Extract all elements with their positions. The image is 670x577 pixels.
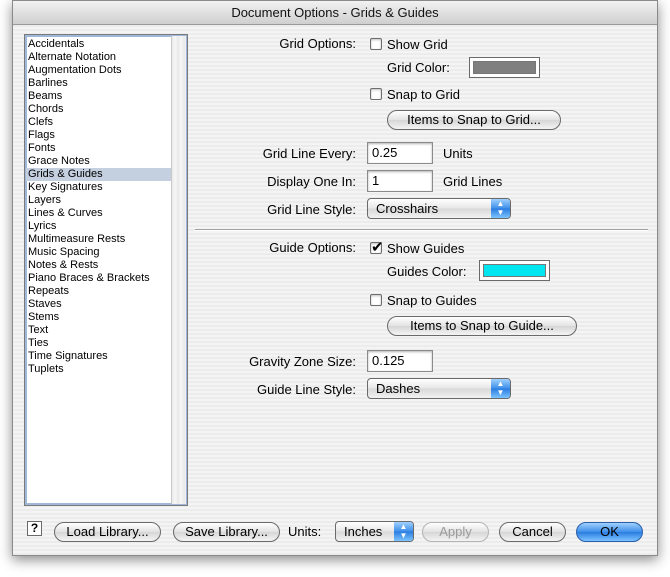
grid-line-style-label: Grid Line Style:	[267, 202, 356, 217]
show-guides-checkbox[interactable]	[370, 238, 384, 256]
guides-color-fill	[483, 264, 546, 277]
category-list-item[interactable]: Text	[26, 324, 171, 337]
category-list-item[interactable]: Lyrics	[26, 220, 171, 233]
grid-color-swatch[interactable]	[469, 57, 540, 78]
snap-to-grid-label[interactable]: Snap to Grid	[387, 87, 460, 102]
cancel-button[interactable]: Cancel	[499, 522, 566, 542]
category-list-item[interactable]: Beams	[26, 90, 171, 103]
units-popup[interactable]: Inches ▲ ▼	[335, 521, 414, 542]
items-to-snap-to-guide-button[interactable]: Items to Snap to Guide...	[387, 316, 577, 336]
category-list-item[interactable]: Key Signatures	[26, 181, 171, 194]
category-list-item[interactable]: Accidentals	[26, 38, 171, 51]
category-list-item[interactable]: Stems	[26, 311, 171, 324]
apply-button[interactable]: Apply	[422, 522, 489, 542]
category-list-item[interactable]: Tuplets	[26, 363, 171, 376]
grid-line-style-popup[interactable]: Crosshairs ▲ ▼	[367, 198, 511, 219]
grid-color-label: Grid Color:	[387, 60, 450, 75]
show-guides-label[interactable]: Show Guides	[387, 241, 464, 256]
category-list-item[interactable]: Music Spacing	[26, 246, 171, 259]
window-title: Document Options - Grids & Guides	[13, 1, 657, 25]
category-list-item[interactable]: Ties	[26, 337, 171, 350]
ok-button[interactable]: OK	[576, 522, 643, 542]
category-list-items: Accidentals Alternate Notation Augmentatio…	[26, 38, 171, 376]
grid-line-every-unit: Units	[443, 146, 473, 161]
guide-line-style-value: Dashes	[376, 381, 421, 396]
category-list-item[interactable]: Fonts	[26, 142, 171, 155]
snap-to-guides-checkbox[interactable]	[370, 294, 382, 306]
category-list-item[interactable]: Alternate Notation	[26, 51, 171, 64]
category-list-item[interactable]: Lines & Curves	[26, 207, 171, 220]
grid-options-label: Grid Options:	[279, 36, 356, 51]
gravity-zone-size-label: Gravity Zone Size:	[249, 354, 356, 369]
category-list-item[interactable]: Staves	[26, 298, 171, 311]
popup-arrows-icon: ▲ ▼	[394, 522, 413, 541]
grid-line-every-input[interactable]: 0.25	[367, 142, 433, 164]
display-one-in-unit: Grid Lines	[443, 174, 503, 189]
snap-to-guides-label[interactable]: Snap to Guides	[387, 293, 477, 308]
load-library-button[interactable]: Load Library...	[54, 522, 161, 542]
snap-to-grid-checkbox[interactable]	[370, 88, 382, 100]
guides-color-label: Guides Color:	[387, 264, 467, 279]
category-list-item[interactable]: Grids & Guides	[26, 168, 171, 181]
show-grid-label[interactable]: Show Grid	[387, 37, 448, 52]
guide-options-label: Guide Options:	[269, 240, 356, 255]
category-list-scrollbar[interactable]	[171, 36, 186, 504]
units-value: Inches	[344, 524, 383, 539]
category-list-item[interactable]: Layers	[26, 194, 171, 207]
gravity-zone-size-input[interactable]: 0.125	[367, 350, 433, 372]
category-list-item[interactable]: Repeats	[26, 285, 171, 298]
display-one-in-input[interactable]: 1	[367, 170, 433, 192]
document-options-window: Document Options - Grids & Guides Accide…	[12, 0, 658, 556]
category-list-item[interactable]: Piano Braces & Brackets	[26, 272, 171, 285]
guide-line-style-popup[interactable]: Dashes ▲ ▼	[367, 378, 511, 399]
help-icon[interactable]: ?	[27, 521, 42, 536]
category-list-item[interactable]: Time Signatures	[26, 350, 171, 363]
category-list-item[interactable]: Flags	[26, 129, 171, 142]
popup-arrows-icon: ▲ ▼	[491, 379, 510, 398]
category-list-item[interactable]: Barlines	[26, 77, 171, 90]
category-list-item[interactable]: Augmentation Dots	[26, 64, 171, 77]
save-library-button[interactable]: Save Library...	[173, 522, 280, 542]
units-label: Units:	[288, 524, 322, 539]
guide-line-style-label: Guide Line Style:	[256, 382, 356, 397]
category-list[interactable]: Accidentals Alternate Notation Augmentatio…	[24, 34, 188, 506]
grid-color-fill	[473, 61, 536, 74]
grid-line-style-value: Crosshairs	[376, 201, 439, 216]
category-list-item[interactable]: Chords	[26, 103, 171, 116]
items-to-snap-to-grid-button[interactable]: Items to Snap to Grid...	[387, 110, 561, 130]
category-list-item[interactable]: Multimeasure Rests	[26, 233, 171, 246]
display-one-in-label: Display One In:	[267, 174, 356, 189]
guides-color-swatch[interactable]	[479, 260, 550, 281]
category-list-item[interactable]: Grace Notes	[26, 155, 171, 168]
category-list-item[interactable]: Clefs	[26, 116, 171, 129]
grid-line-every-label: Grid Line Every:	[262, 146, 356, 161]
popup-arrows-icon: ▲ ▼	[491, 199, 510, 218]
show-grid-checkbox[interactable]	[370, 38, 382, 50]
section-divider	[195, 229, 648, 231]
category-list-item[interactable]: Notes & Rests	[26, 259, 171, 272]
